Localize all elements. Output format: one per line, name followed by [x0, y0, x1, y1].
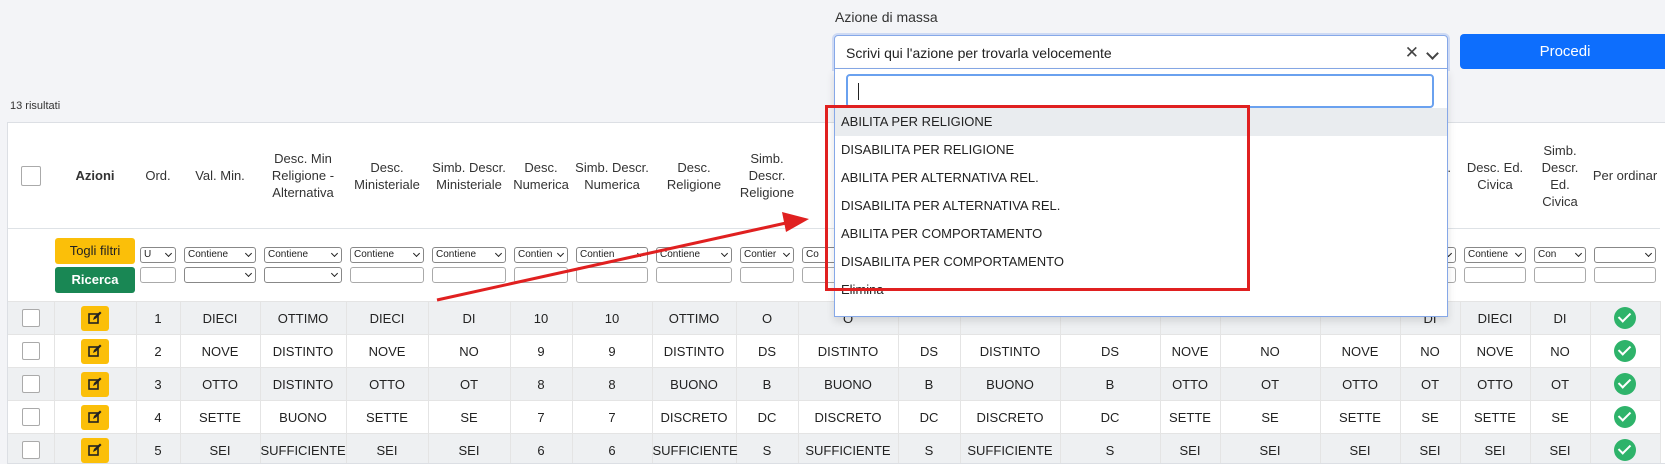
- annotation-arrow-icon: [0, 0, 1665, 455]
